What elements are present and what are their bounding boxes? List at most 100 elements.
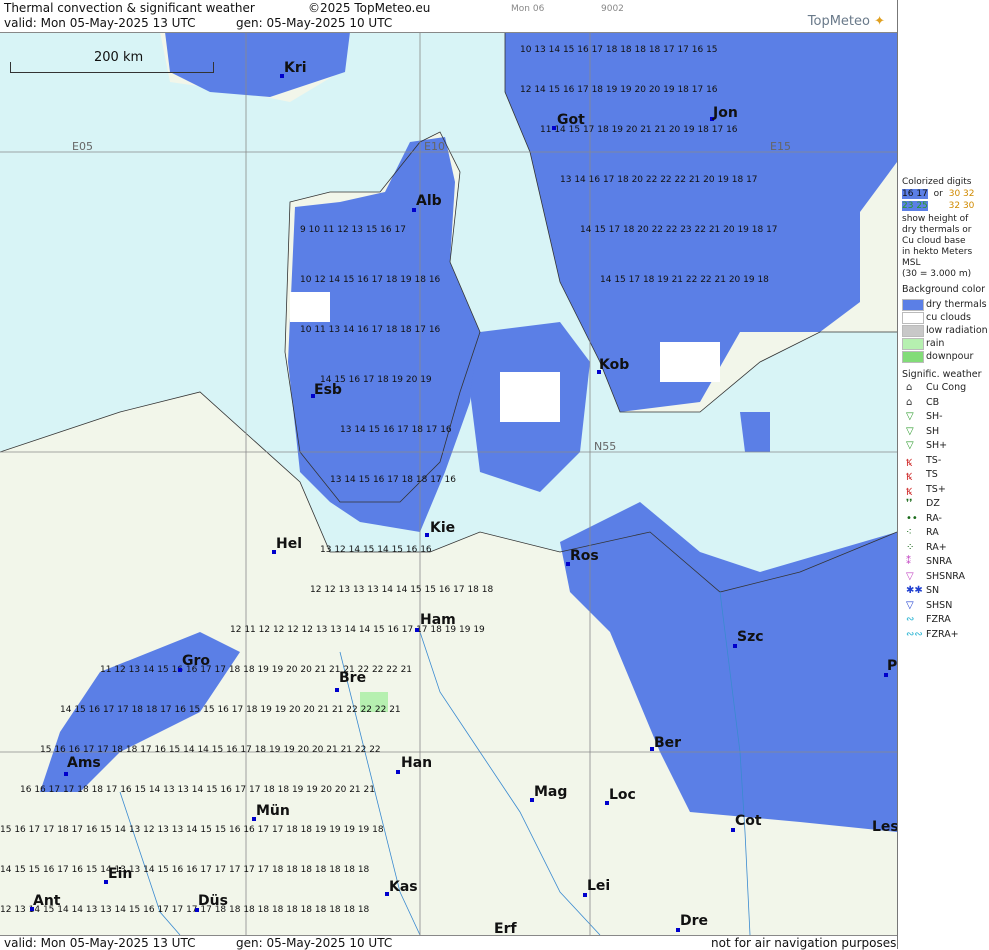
legend-colorized-title: Colorized digits bbox=[902, 177, 972, 187]
city-label-esb[interactable]: Esb bbox=[314, 382, 342, 398]
svg-text:14 15 17 18 19 21 22 22 21 20: 14 15 17 18 19 21 22 22 21 20 19 18 bbox=[600, 275, 769, 285]
weather-symbol-icon: ⌂ bbox=[906, 382, 913, 393]
svg-text:15 16 16 17 17 18 18 17 16 15: 15 16 16 17 17 18 18 17 16 15 14 14 15 1… bbox=[40, 745, 381, 755]
weather-symbol-label: RA- bbox=[926, 512, 942, 524]
svg-text:13 12 14 15 14 15 16 16: 13 12 14 15 14 15 16 16 bbox=[320, 545, 432, 555]
weather-symbol-label: RA+ bbox=[926, 541, 947, 553]
city-label-jon[interactable]: Jon bbox=[713, 105, 738, 121]
weather-symbol-label: SN bbox=[926, 585, 940, 596]
grid-label-n55: N55 bbox=[594, 440, 617, 453]
city-marker-ham bbox=[415, 628, 419, 632]
weather-symbol-icon: ∾∾ bbox=[906, 628, 923, 640]
legend-desc-line: in hekto Meters bbox=[902, 247, 973, 257]
city-label-cot[interactable]: Cot bbox=[735, 813, 762, 829]
weather-symbol-label: TS- bbox=[926, 454, 942, 466]
svg-text:10 12 14 15 16 17 18 19 18 16: 10 12 14 15 16 17 18 19 18 16 bbox=[300, 275, 441, 285]
weather-symbol-label: FZRA+ bbox=[926, 628, 959, 640]
svg-text:14 15 17 18 20 22 22 23 22 21: 14 15 17 18 20 22 22 23 22 21 20 19 18 1… bbox=[580, 225, 778, 235]
weather-symbol-icon: ⁖ bbox=[906, 527, 912, 538]
valid-time: valid: Mon 05-May-2025 13 UTC bbox=[4, 16, 196, 30]
city-label-ams[interactable]: Ams bbox=[67, 755, 101, 771]
header-bar: Thermal convection & significant weather… bbox=[0, 0, 897, 33]
legend-samples-row1: 16 17 or 30 32 bbox=[902, 189, 988, 199]
city-label-mag[interactable]: Mag bbox=[534, 784, 567, 800]
legend-desc-line: show height of bbox=[902, 214, 969, 224]
city-label-hel[interactable]: Hel bbox=[276, 536, 302, 552]
weather-symbol-label: SHSNRA bbox=[926, 570, 966, 582]
city-label-ros[interactable]: Ros bbox=[570, 548, 599, 564]
city-label-ein[interactable]: Ein bbox=[108, 866, 132, 882]
cu-cloud-patch bbox=[290, 292, 330, 322]
city-label-kob[interactable]: Kob bbox=[599, 357, 629, 373]
weather-symbol-icon: Ꝅ bbox=[906, 486, 913, 498]
generated-time: gen: 05-May-2025 10 UTC bbox=[236, 16, 393, 30]
legend-bg-items: dry thermals cu clouds low radiation rai… bbox=[902, 298, 988, 363]
cu-cloud-patch bbox=[660, 342, 720, 382]
footer-bar: valid: Mon 05-May-2025 13 UTC gen: 05-Ma… bbox=[0, 935, 897, 950]
grid-label-e15: E15 bbox=[770, 140, 791, 153]
city-label-erf[interactable]: Erf bbox=[494, 921, 517, 935]
svg-text:12 14 15 16 17 18 19 19 20 20: 12 14 15 16 17 18 19 19 20 20 19 18 17 1… bbox=[520, 85, 718, 95]
city-label-got[interactable]: Got bbox=[557, 112, 585, 128]
weather-map[interactable]: 10 13 14 15 16 17 18 18 18 18 17 17 16 1… bbox=[0, 32, 897, 935]
weather-symbol-label: SH bbox=[926, 425, 940, 437]
weather-symbol-label: SH- bbox=[926, 411, 943, 422]
svg-text:12 12 13 13 13 14 14 15 15 16: 12 12 13 13 13 14 14 15 15 16 17 18 18 bbox=[310, 585, 493, 595]
city-label-mun[interactable]: Mün bbox=[256, 803, 290, 819]
grid-label-e05: E05 bbox=[72, 140, 93, 153]
weather-symbol-label: DZ bbox=[926, 498, 940, 509]
weather-symbol-label: RA bbox=[926, 527, 939, 538]
weather-symbol-label: FZRA bbox=[926, 614, 951, 625]
city-label-ber[interactable]: Ber bbox=[654, 735, 681, 751]
legend-desc-line: Cu cloud base bbox=[902, 236, 966, 246]
svg-text:10 11 13 14 16 17 18 18 17 16: 10 11 13 14 16 17 18 18 17 16 bbox=[300, 325, 441, 335]
weather-symbol-label: TS+ bbox=[926, 483, 946, 495]
city-label-kie[interactable]: Kie bbox=[430, 520, 455, 536]
weather-symbol-icon: ✱✱ bbox=[906, 585, 923, 596]
city-label-ant[interactable]: Ant bbox=[33, 893, 61, 909]
city-marker-bre bbox=[335, 688, 339, 692]
footer-generated-time: gen: 05-May-2025 10 UTC bbox=[236, 936, 393, 950]
topmeteo-logo: TopMeteo ✦ bbox=[807, 14, 885, 29]
legend-sample-2: 30 32 bbox=[948, 189, 975, 199]
weather-symbol-icon: ▽ bbox=[906, 599, 914, 611]
legend-sample-4: 32 30 bbox=[948, 201, 975, 211]
city-label-kri[interactable]: Kri bbox=[284, 60, 307, 76]
city-label-dus[interactable]: Düs bbox=[198, 893, 228, 909]
city-label-kas[interactable]: Kas bbox=[389, 879, 418, 895]
city-label-bre[interactable]: Bre bbox=[339, 670, 366, 686]
city-label-han[interactable]: Han bbox=[401, 755, 432, 771]
city-label-szc[interactable]: Szc bbox=[737, 629, 764, 645]
weather-symbol-label: SNRA bbox=[926, 556, 952, 567]
weather-symbol-icon: •• bbox=[906, 512, 918, 524]
weather-symbol-icon: ⌂ bbox=[906, 396, 913, 408]
svg-text:14 15 15 16 17 16 15 14 13 13: 14 15 15 16 17 16 15 14 13 13 14 15 16 1… bbox=[0, 865, 370, 875]
svg-text:13 14 16 17 18 20 22 22 22 21: 13 14 16 17 18 20 22 22 22 21 20 19 18 1… bbox=[560, 175, 758, 185]
city-marker-got bbox=[552, 126, 556, 130]
legend-bg-cu: cu clouds bbox=[902, 311, 988, 324]
city-label-ham[interactable]: Ham bbox=[420, 612, 456, 628]
legend-sample-1: 16 17 bbox=[902, 189, 928, 199]
scale-label: 200 km bbox=[94, 50, 144, 65]
city-label-p[interactable]: P bbox=[887, 658, 897, 674]
city-label-les[interactable]: Les bbox=[872, 819, 897, 835]
city-label-lei[interactable]: Lei bbox=[587, 878, 610, 894]
weather-symbol-label: CB bbox=[926, 396, 940, 408]
svg-text:13 14 15 16 17 18 18 17 16: 13 14 15 16 17 18 18 17 16 bbox=[330, 475, 456, 485]
city-label-loc[interactable]: Loc bbox=[609, 787, 636, 803]
weather-symbol-icon: ▽ bbox=[906, 570, 914, 582]
legend-desc-line: (30 = 3.000 m) bbox=[902, 269, 972, 279]
legend-bg-title: Background color bbox=[902, 284, 986, 295]
city-label-alb[interactable]: Alb bbox=[416, 193, 442, 209]
legend-bg-low: low radiation bbox=[902, 324, 988, 337]
svg-text:15 16 17 17 18 17 16 15 14 13: 15 16 17 17 18 17 16 15 14 13 12 13 13 1… bbox=[0, 825, 384, 835]
svg-text:10 13 14 15 16 17 18 18 18 18: 10 13 14 15 16 17 18 18 18 18 17 17 16 1… bbox=[520, 45, 718, 55]
legend-or: or bbox=[933, 189, 943, 199]
weather-symbol-label: SHSN bbox=[926, 599, 953, 611]
city-label-gro[interactable]: Gro bbox=[182, 653, 210, 669]
city-label-dre[interactable]: Dre bbox=[680, 913, 708, 929]
weather-symbol-icon: ▽ bbox=[906, 425, 914, 437]
copyright: ©2025 TopMeteo.eu bbox=[308, 1, 431, 15]
cu-cloud-patch bbox=[500, 372, 560, 422]
city-marker-ams bbox=[64, 772, 68, 776]
